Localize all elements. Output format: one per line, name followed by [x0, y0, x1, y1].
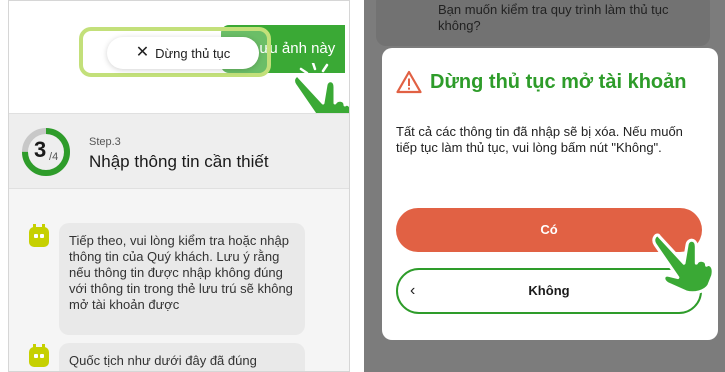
- chat-message: Tiếp theo, vui lòng kiểm tra hoặc nhập t…: [59, 223, 305, 335]
- dialog-message: Tất cả các thông tin đã nhập sẽ bị xóa. …: [396, 124, 683, 155]
- step-counter: 3 /4: [21, 127, 71, 177]
- warning-triangle-icon: [396, 70, 422, 94]
- no-button-label: Không: [528, 283, 570, 298]
- step-title: Nhập thông tin cần thiết: [89, 152, 269, 171]
- chatbot-icon: [29, 224, 49, 247]
- dialog-title: Dừng thủ tục mở tài khoản: [396, 70, 686, 94]
- right-screen-overlay: Bạn muốn kiểm tra quy trình làm thủ tục …: [364, 0, 725, 372]
- stop-account-opening-dialog: Dừng thủ tục mở tài khoản Tất cả các thô…: [382, 48, 718, 340]
- yes-button-label: Có: [540, 222, 558, 237]
- dialog-title-text: Dừng thủ tục mở tài khoản: [430, 70, 687, 93]
- left-screen: Lưu ảnh này ✕ Dừng thủ tục 3 /4 Step.3 N…: [8, 0, 350, 372]
- hand-pointer-icon: [652, 233, 715, 294]
- step-label: Step.3: [89, 136, 121, 148]
- stop-procedure-button[interactable]: ✕ Dừng thủ tục: [107, 37, 259, 69]
- stop-procedure-button-label: Dừng thủ tục: [155, 45, 231, 61]
- step-current: 3: [34, 137, 47, 162]
- step-total: /4: [49, 151, 59, 163]
- chevron-left-icon: ‹: [410, 282, 416, 299]
- background-chat-message: Bạn muốn kiểm tra quy trình làm thủ tục …: [376, 0, 710, 46]
- chatbot-icon: [29, 344, 49, 367]
- step-progress-card: 3 /4 Step.3 Nhập thông tin cần thiết: [9, 113, 349, 189]
- close-icon: ✕: [135, 44, 150, 61]
- chat-message: Quốc tịch như dưới đây đã đúng: [59, 343, 305, 371]
